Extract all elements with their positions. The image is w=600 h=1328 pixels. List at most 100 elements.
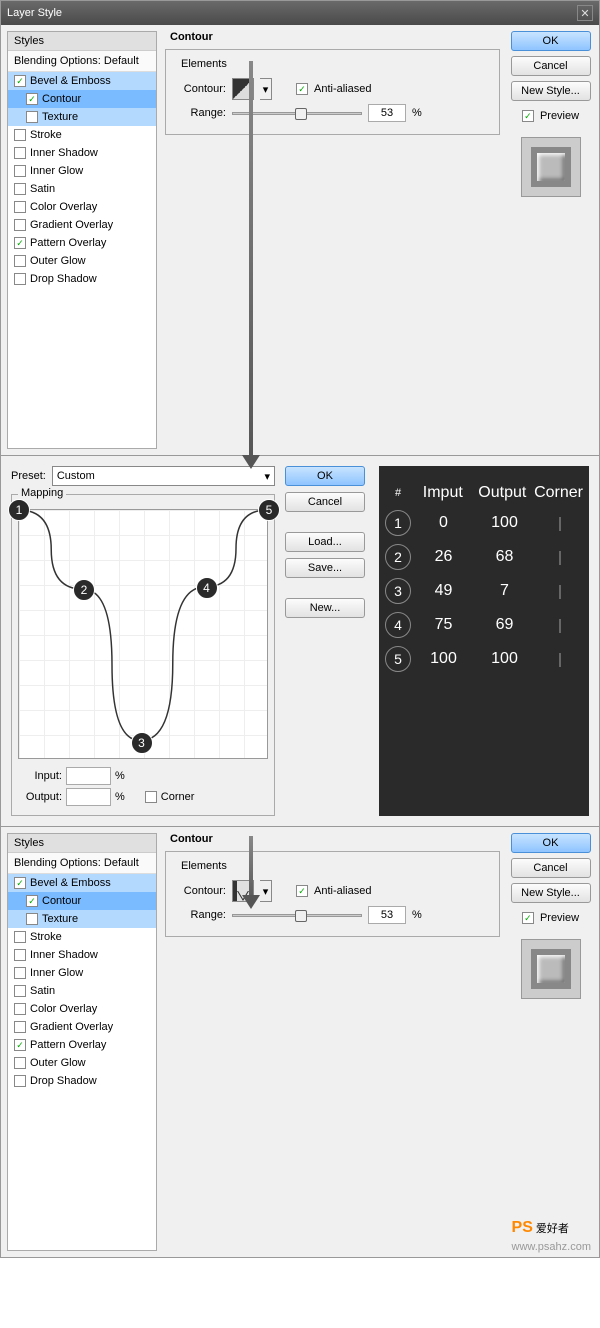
style-item[interactable]: Color Overlay bbox=[8, 1000, 156, 1018]
style-item[interactable]: Color Overlay bbox=[8, 198, 156, 216]
watermark: PS 爱好者 www.psahz.com bbox=[512, 1219, 591, 1253]
curve-point-marker[interactable]: 5 bbox=[258, 499, 280, 521]
antialiased-checkbox[interactable] bbox=[296, 83, 308, 95]
style-checkbox[interactable] bbox=[14, 147, 26, 159]
preview-checkbox[interactable] bbox=[522, 912, 534, 924]
styles-header: Styles bbox=[8, 32, 156, 51]
style-item[interactable]: Drop Shadow bbox=[8, 1072, 156, 1090]
new-button[interactable]: New... bbox=[285, 598, 365, 618]
style-checkbox[interactable] bbox=[26, 895, 38, 907]
contour-label: Contour: bbox=[174, 83, 226, 95]
range-input[interactable] bbox=[368, 906, 406, 924]
output-field[interactable] bbox=[66, 788, 111, 806]
style-item[interactable]: Gradient Overlay bbox=[8, 1018, 156, 1036]
range-input[interactable] bbox=[368, 104, 406, 122]
style-checkbox[interactable] bbox=[14, 219, 26, 231]
row-number: 5 bbox=[385, 646, 411, 672]
curve-point-marker[interactable]: 1 bbox=[8, 499, 30, 521]
style-item[interactable]: Inner Glow bbox=[8, 964, 156, 982]
style-item[interactable]: Stroke bbox=[8, 928, 156, 946]
style-checkbox[interactable] bbox=[14, 129, 26, 141]
style-item[interactable]: Texture bbox=[8, 910, 156, 928]
style-checkbox[interactable] bbox=[14, 1057, 26, 1069]
style-checkbox[interactable] bbox=[14, 183, 26, 195]
antialiased-checkbox[interactable] bbox=[296, 885, 308, 897]
row-number: 4 bbox=[385, 612, 411, 638]
style-checkbox[interactable] bbox=[14, 273, 26, 285]
style-checkbox[interactable] bbox=[14, 949, 26, 961]
style-item[interactable]: Drop Shadow bbox=[8, 270, 156, 288]
row-output: 68 bbox=[476, 548, 533, 566]
contour-group-label: Contour bbox=[167, 31, 216, 43]
style-checkbox[interactable] bbox=[14, 255, 26, 267]
table-row: 10100 bbox=[385, 510, 583, 536]
close-icon[interactable]: ✕ bbox=[577, 5, 593, 21]
style-checkbox[interactable] bbox=[26, 93, 38, 105]
row-corner-checkbox[interactable] bbox=[559, 517, 561, 531]
row-output: 100 bbox=[476, 650, 533, 668]
style-item[interactable]: Contour bbox=[8, 90, 156, 108]
style-checkbox[interactable] bbox=[14, 75, 26, 87]
style-item[interactable]: Inner Shadow bbox=[8, 144, 156, 162]
style-item[interactable]: Outer Glow bbox=[8, 1054, 156, 1072]
style-checkbox[interactable] bbox=[14, 967, 26, 979]
curve-point-marker[interactable]: 2 bbox=[73, 579, 95, 601]
blending-options[interactable]: Blending Options: Default bbox=[8, 51, 156, 72]
curve-grid[interactable]: 12345 bbox=[18, 509, 268, 759]
curve-point-marker[interactable]: 4 bbox=[196, 577, 218, 599]
style-item[interactable]: Satin bbox=[8, 982, 156, 1000]
style-item[interactable]: Stroke bbox=[8, 126, 156, 144]
curve-point-marker[interactable]: 3 bbox=[131, 732, 153, 754]
style-checkbox[interactable] bbox=[14, 1021, 26, 1033]
load-button[interactable]: Load... bbox=[285, 532, 365, 552]
style-checkbox[interactable] bbox=[26, 111, 38, 123]
new-style-button[interactable]: New Style... bbox=[511, 81, 591, 101]
dialog-buttons: OK Cancel New Style... Preview bbox=[508, 31, 593, 449]
style-item[interactable]: Satin bbox=[8, 180, 156, 198]
ok-button[interactable]: OK bbox=[511, 31, 591, 51]
table-row: 3497 bbox=[385, 578, 583, 604]
style-item[interactable]: Contour bbox=[8, 892, 156, 910]
style-item[interactable]: Pattern Overlay bbox=[8, 234, 156, 252]
style-checkbox[interactable] bbox=[14, 931, 26, 943]
row-corner-checkbox[interactable] bbox=[559, 551, 561, 565]
table-row: 22668 bbox=[385, 544, 583, 570]
style-checkbox[interactable] bbox=[14, 1003, 26, 1015]
row-input: 26 bbox=[415, 548, 472, 566]
row-corner-checkbox[interactable] bbox=[559, 653, 561, 667]
row-corner-checkbox[interactable] bbox=[559, 585, 561, 599]
antialiased-label: Anti-aliased bbox=[314, 83, 371, 95]
style-checkbox[interactable] bbox=[14, 877, 26, 889]
style-item[interactable]: Outer Glow bbox=[8, 252, 156, 270]
style-item[interactable]: Texture bbox=[8, 108, 156, 126]
new-style-button[interactable]: New Style... bbox=[511, 883, 591, 903]
preview-checkbox[interactable] bbox=[522, 110, 534, 122]
style-checkbox[interactable] bbox=[14, 1039, 26, 1051]
style-item[interactable]: Bevel & Emboss bbox=[8, 72, 156, 90]
editor-cancel-button[interactable]: Cancel bbox=[285, 492, 365, 512]
ok-button[interactable]: OK bbox=[511, 833, 591, 853]
corner-checkbox[interactable] bbox=[145, 791, 157, 803]
save-button[interactable]: Save... bbox=[285, 558, 365, 578]
style-item[interactable]: Pattern Overlay bbox=[8, 1036, 156, 1054]
preview-label: Preview bbox=[540, 110, 579, 122]
cancel-button[interactable]: Cancel bbox=[511, 858, 591, 878]
output-label: Output: bbox=[18, 791, 62, 803]
style-item[interactable]: Inner Glow bbox=[8, 162, 156, 180]
style-checkbox[interactable] bbox=[26, 913, 38, 925]
editor-ok-button[interactable]: OK bbox=[285, 466, 365, 486]
style-checkbox[interactable] bbox=[14, 201, 26, 213]
row-input: 0 bbox=[415, 514, 472, 532]
contour-dropdown-icon[interactable]: ▾ bbox=[260, 880, 272, 902]
cancel-button[interactable]: Cancel bbox=[511, 56, 591, 76]
style-checkbox[interactable] bbox=[14, 985, 26, 997]
style-item[interactable]: Gradient Overlay bbox=[8, 216, 156, 234]
contour-dropdown-icon[interactable]: ▾ bbox=[260, 78, 272, 100]
style-item[interactable]: Inner Shadow bbox=[8, 946, 156, 964]
style-checkbox[interactable] bbox=[14, 237, 26, 249]
style-checkbox[interactable] bbox=[14, 1075, 26, 1087]
input-field[interactable] bbox=[66, 767, 111, 785]
row-corner-checkbox[interactable] bbox=[559, 619, 561, 633]
style-item[interactable]: Bevel & Emboss bbox=[8, 874, 156, 892]
style-checkbox[interactable] bbox=[14, 165, 26, 177]
